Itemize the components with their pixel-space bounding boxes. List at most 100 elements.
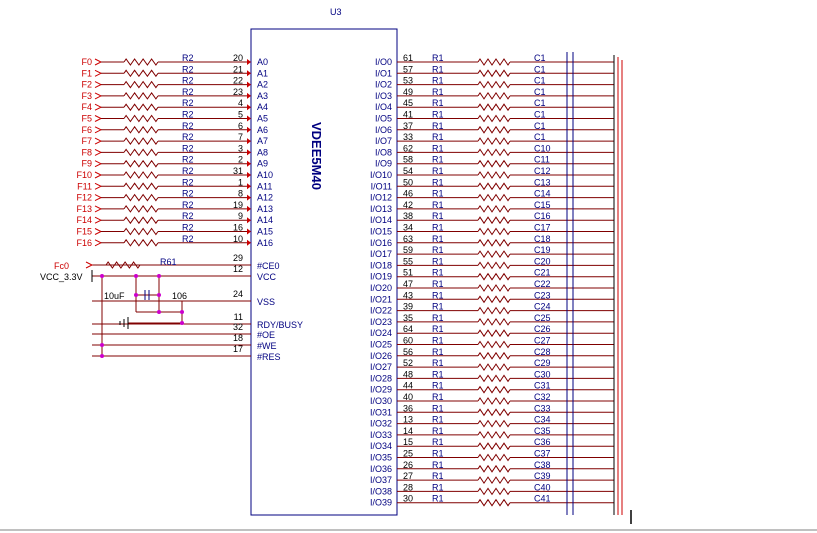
net-label: C1 bbox=[534, 121, 546, 131]
resistor-icon bbox=[123, 205, 159, 213]
output-nets: R1 C1 R1 C1 R1 C1 R1 C1 R1 C1 R1 C1 R1 C1 R1 C1 R1 C10 R1 C… bbox=[397, 53, 614, 507]
pin-name-io: I/O24 bbox=[370, 328, 392, 338]
pin-name-ctrl: #RES bbox=[257, 352, 281, 362]
pin-arrow-icon bbox=[247, 172, 251, 178]
net-label: C17 bbox=[534, 223, 551, 233]
resistor-label: R1 bbox=[432, 336, 444, 346]
input-signal-label: F15 bbox=[76, 227, 92, 237]
right-pin-group: I/O0 61I/O1 57I/O2 53I/O3 49I/O4 45I/O5 41I/O6… bbox=[370, 53, 413, 508]
resistor-label: R1 bbox=[432, 189, 444, 199]
resistor-icon bbox=[477, 317, 511, 326]
resistor-label: R1 bbox=[432, 494, 444, 504]
resistor-label: R1 bbox=[432, 369, 444, 379]
resistor-icon bbox=[123, 148, 159, 157]
pin-name-io: I/O15 bbox=[370, 227, 392, 237]
resistor-icon bbox=[123, 227, 159, 236]
junction-dot bbox=[157, 293, 161, 297]
net-label: C16 bbox=[534, 211, 551, 221]
resistor-label: R1 bbox=[432, 415, 444, 425]
resistor-icon bbox=[477, 91, 511, 100]
input-signal-label: F0 bbox=[81, 57, 92, 67]
junction-dot bbox=[100, 274, 104, 278]
resistor-icon bbox=[477, 250, 511, 259]
net-label: C23 bbox=[534, 290, 551, 300]
pin-name-a3: A3 bbox=[257, 91, 268, 101]
resistor-icon bbox=[477, 261, 511, 270]
resistor-icon bbox=[123, 114, 159, 123]
resistor-icon bbox=[477, 397, 511, 405]
pin-name-ctrl: #WE bbox=[257, 341, 277, 351]
pin-name-io: I/O16 bbox=[370, 238, 392, 248]
fc0-label: Fc0 bbox=[54, 261, 69, 271]
resistor-icon bbox=[123, 216, 159, 225]
pin-arrow-icon bbox=[247, 194, 251, 201]
net-label: C1 bbox=[534, 87, 546, 97]
pin-arrow-icon bbox=[247, 81, 251, 88]
net-label: C37 bbox=[534, 449, 551, 459]
pin-name-io: I/O13 bbox=[370, 204, 392, 214]
pin-name-io: I/O37 bbox=[370, 475, 392, 485]
port-arrow-icon bbox=[94, 228, 103, 235]
resistor-icon bbox=[477, 171, 511, 179]
r61-label: R61 bbox=[160, 257, 177, 267]
resistor-label: R1 bbox=[432, 110, 444, 120]
pin-name-a1: A1 bbox=[257, 68, 268, 78]
port-arrow-icon bbox=[94, 103, 103, 111]
pin-name-a7: A7 bbox=[257, 136, 268, 146]
net-label: C34 bbox=[534, 415, 551, 425]
pin-name-io: I/O26 bbox=[370, 351, 392, 361]
pin-name-a2: A2 bbox=[257, 80, 268, 90]
resistor-label: R1 bbox=[432, 211, 444, 221]
pin-name-a11: A11 bbox=[257, 181, 272, 191]
schematic-canvas: U3 VDEE5M40 A020A121A222A323A44A55A66A77… bbox=[0, 7, 817, 531]
net-label: C38 bbox=[534, 460, 551, 470]
pin-arrow-icon bbox=[247, 217, 251, 224]
resistor-label: R1 bbox=[432, 256, 444, 266]
pin-name-io: I/O32 bbox=[370, 419, 392, 429]
pin-name-io: I/O0 bbox=[375, 57, 392, 67]
resistor-label: R1 bbox=[432, 268, 444, 278]
net-label: C20 bbox=[534, 256, 551, 266]
net-label: C27 bbox=[534, 336, 551, 346]
resistor-icon bbox=[123, 58, 159, 66]
resistor-label: R1 bbox=[432, 381, 444, 391]
net-label: C41 bbox=[534, 494, 551, 504]
resistor-icon bbox=[477, 227, 511, 236]
resistor-label: R1 bbox=[432, 245, 444, 255]
pin-name-a0: A0 bbox=[257, 57, 268, 67]
resistor-label: R1 bbox=[432, 324, 444, 334]
cap1-label: 10uF bbox=[104, 291, 125, 301]
pin-name-ctrl: #CE0 bbox=[257, 261, 280, 271]
net-label: C39 bbox=[534, 471, 551, 481]
input-signal-label: F16 bbox=[76, 238, 92, 248]
resistor-icon bbox=[477, 329, 511, 338]
resistor-label: R1 bbox=[432, 460, 444, 470]
pin-name-io: I/O31 bbox=[370, 407, 392, 417]
port-arrow-icon bbox=[94, 115, 103, 122]
resistor-label: R1 bbox=[432, 121, 444, 131]
pin-name-io: I/O1 bbox=[375, 68, 392, 78]
resistor-icon bbox=[477, 159, 511, 168]
resistor-label: R1 bbox=[432, 449, 444, 459]
net-label: C19 bbox=[534, 245, 551, 255]
resistor-label: R1 bbox=[432, 426, 444, 436]
resistor-icon bbox=[123, 69, 159, 78]
resistor-label: R1 bbox=[432, 76, 444, 86]
net-label: C1 bbox=[534, 76, 546, 86]
net-label: C29 bbox=[534, 358, 551, 368]
input-signal-label: F10 bbox=[76, 170, 92, 180]
resistor-label: R1 bbox=[432, 177, 444, 187]
port-arrow-icon bbox=[94, 58, 103, 66]
resistor-icon bbox=[123, 92, 159, 100]
input-signal-label: F2 bbox=[81, 80, 92, 90]
junction-dot bbox=[100, 343, 104, 347]
pin-name-io: I/O39 bbox=[370, 498, 392, 508]
port-arrow-icon bbox=[94, 239, 103, 247]
input-signal-label: F5 bbox=[81, 114, 92, 124]
component-u3: U3 VDEE5M40 A020A121A222A323A44A55A66A77… bbox=[92, 7, 413, 516]
net-label: C15 bbox=[534, 200, 551, 210]
input-signal-label: F13 bbox=[76, 204, 92, 214]
pin-name-io: I/O36 bbox=[370, 464, 392, 474]
pin-name-io: I/O34 bbox=[370, 441, 392, 451]
pin-name-io: I/O28 bbox=[370, 373, 392, 383]
